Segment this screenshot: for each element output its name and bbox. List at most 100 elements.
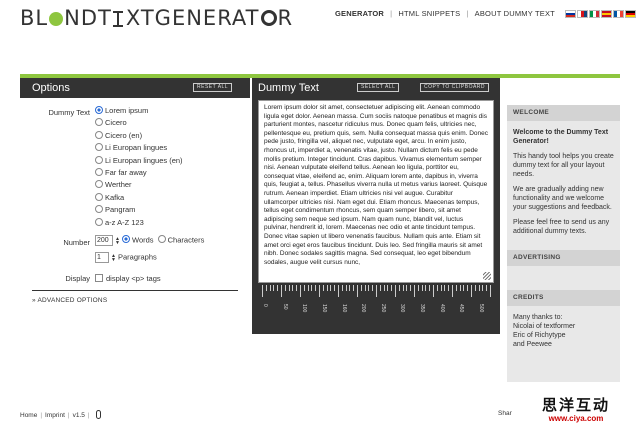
german-flag-icon[interactable] xyxy=(625,10,637,18)
ruler-tick xyxy=(452,285,453,297)
advanced-options-link[interactable]: » ADVANCED OPTIONS xyxy=(32,297,107,304)
options-header: Options RESET ALL xyxy=(20,78,250,98)
ruler-tick xyxy=(262,285,263,297)
logo-text-2: NDT xyxy=(64,6,112,30)
dummy-text-radio[interactable] xyxy=(95,180,103,189)
reset-all-button[interactable]: RESET ALL xyxy=(193,83,233,92)
ruler-tick xyxy=(410,285,412,291)
number-input[interactable]: 200 xyxy=(95,235,113,246)
dummy-text-radio[interactable] xyxy=(95,143,103,152)
welcome-paragraph-3: Please feel free to send us any addition… xyxy=(513,219,610,235)
copy-to-clipboard-button[interactable]: COPY TO CLIPBOARD xyxy=(420,83,490,92)
number-label: Number xyxy=(63,238,90,247)
ruler-tick xyxy=(330,285,332,291)
ruler-label: 350 xyxy=(419,304,426,313)
ruler-label: 250 xyxy=(379,304,386,313)
french-flag-icon[interactable] xyxy=(613,10,625,18)
characters-radio[interactable] xyxy=(157,235,166,244)
dummy-text-option[interactable]: Werther xyxy=(95,180,132,189)
ruler-tick xyxy=(281,285,282,297)
dummy-text-option[interactable]: Kafka xyxy=(95,192,124,202)
dummy-text-radio[interactable] xyxy=(95,106,103,114)
dummy-text-option[interactable]: Li Europan lingues xyxy=(95,143,167,152)
ruler-tick xyxy=(436,285,438,291)
ruler-tick xyxy=(265,285,267,291)
czech-flag-icon[interactable] xyxy=(577,10,589,18)
credits-heading: CREDITS xyxy=(507,290,620,306)
ruler-tick xyxy=(478,285,480,291)
ruler-tick xyxy=(398,285,400,291)
logo-bracket-icon xyxy=(112,6,126,30)
dummy-text-option[interactable]: Li Europan lingues (en) xyxy=(95,155,183,165)
display-p-tags-label: display <p> tags xyxy=(106,274,161,283)
paperclip-icon[interactable] xyxy=(95,410,101,419)
resize-handle-icon[interactable] xyxy=(483,272,491,280)
dummy-text-option[interactable]: Far far away xyxy=(95,168,147,177)
dummy-text-option[interactable]: Lorem ipsum xyxy=(95,106,148,115)
ruler-tick xyxy=(303,285,305,291)
italian-flag-icon[interactable] xyxy=(589,10,601,18)
site-logo[interactable]: BL NDT XTGENERAT R xyxy=(20,6,293,32)
dummy-text-option[interactable]: Cicero xyxy=(95,118,127,127)
logo-text-1: BL xyxy=(20,6,49,30)
advertising-heading: ADVERTISING xyxy=(507,250,620,266)
paragraphs-input[interactable]: 1 xyxy=(95,252,109,263)
ruler-tick xyxy=(486,285,488,291)
dummy-text-radio[interactable] xyxy=(95,130,103,139)
credits-intro: Many thanks to: xyxy=(513,314,563,321)
ruler-tick xyxy=(391,285,393,291)
ruler-tick xyxy=(341,285,343,291)
ruler-tick xyxy=(338,285,339,297)
dummy-text-panel: Lorem ipsum dolor sit amet, consectetuer… xyxy=(252,98,500,334)
dummy-text-radio[interactable] xyxy=(95,217,103,226)
dummy-text-option-label: Werther xyxy=(105,180,132,190)
ruler-tick xyxy=(345,285,347,291)
ruler-tick xyxy=(379,285,381,291)
nav-generator[interactable]: GENERATOR xyxy=(335,9,384,18)
dummy-text-option[interactable]: a-z A-Z 123 xyxy=(95,217,144,227)
footer-home-link[interactable]: Home xyxy=(20,412,37,419)
top-navigation: GENERATOR | HTML SNIPPETS | ABOUT DUMMY … xyxy=(335,9,637,19)
dummy-text-option[interactable]: Pangram xyxy=(95,205,135,214)
share-label[interactable]: Shar xyxy=(498,410,512,417)
dummy-text-radio[interactable] xyxy=(95,155,103,164)
logo-text-4: R xyxy=(277,6,294,30)
dummy-text-radio[interactable] xyxy=(95,192,103,201)
ruler-tick xyxy=(463,285,465,291)
width-ruler[interactable]: 0 50 100 150 160 200 250 300 350 400 450 500 xyxy=(258,285,494,331)
ruler-tick xyxy=(433,285,434,297)
nav-about-dummy-text[interactable]: ABOUT DUMMY TEXT xyxy=(475,9,555,18)
ruler-tick xyxy=(360,285,362,291)
spanish-flag-icon[interactable] xyxy=(601,10,613,18)
dummy-text-radio[interactable] xyxy=(95,205,103,214)
dummy-text-area[interactable]: Lorem ipsum dolor sit amet, consectetuer… xyxy=(258,100,494,283)
footer-separator: | xyxy=(67,412,70,419)
ruler-tick xyxy=(425,285,427,291)
dummy-text-radio[interactable] xyxy=(95,118,103,127)
dummy-text-option-label: Li Europan lingues (en) xyxy=(105,155,183,165)
credits-item: and Peewee xyxy=(513,341,552,348)
dummy-text-option[interactable]: Cicero (en) xyxy=(95,130,142,140)
dummy-text-content: Lorem ipsum dolor sit amet, consectetuer… xyxy=(264,104,489,266)
words-radio[interactable] xyxy=(122,235,130,244)
number-stepper-icon[interactable]: ▲ ▼ xyxy=(115,236,120,245)
paragraphs-row: 1 ▲ ▼ Paragraphs xyxy=(95,252,157,263)
characters-label: Characters xyxy=(167,235,205,245)
number-row: 200 ▲ ▼ Words Characters xyxy=(95,235,204,246)
footer: Home | Imprint | v1.5 | xyxy=(20,410,101,419)
footer-imprint-link[interactable]: Imprint xyxy=(45,412,65,419)
footer-separator: | xyxy=(40,412,43,419)
select-all-button[interactable]: SELECT ALL xyxy=(357,83,400,92)
dummy-text-header: Dummy Text SELECT ALL COPY TO CLIPBOARD xyxy=(252,78,500,98)
dummy-text-radio[interactable] xyxy=(95,168,103,176)
dummy-text-option-label: Far far away xyxy=(105,168,147,177)
paragraphs-stepper-icon[interactable]: ▲ ▼ xyxy=(111,253,116,262)
display-p-tags-checkbox[interactable] xyxy=(95,274,103,282)
ruler-tick xyxy=(288,285,290,291)
ruler-tick xyxy=(269,285,271,291)
ruler-tick xyxy=(326,285,328,291)
russian-flag-icon[interactable] xyxy=(565,10,577,18)
nav-html-snippets[interactable]: HTML SNIPPETS xyxy=(398,9,460,18)
language-flags xyxy=(563,10,637,19)
ruler-tick xyxy=(429,285,431,291)
